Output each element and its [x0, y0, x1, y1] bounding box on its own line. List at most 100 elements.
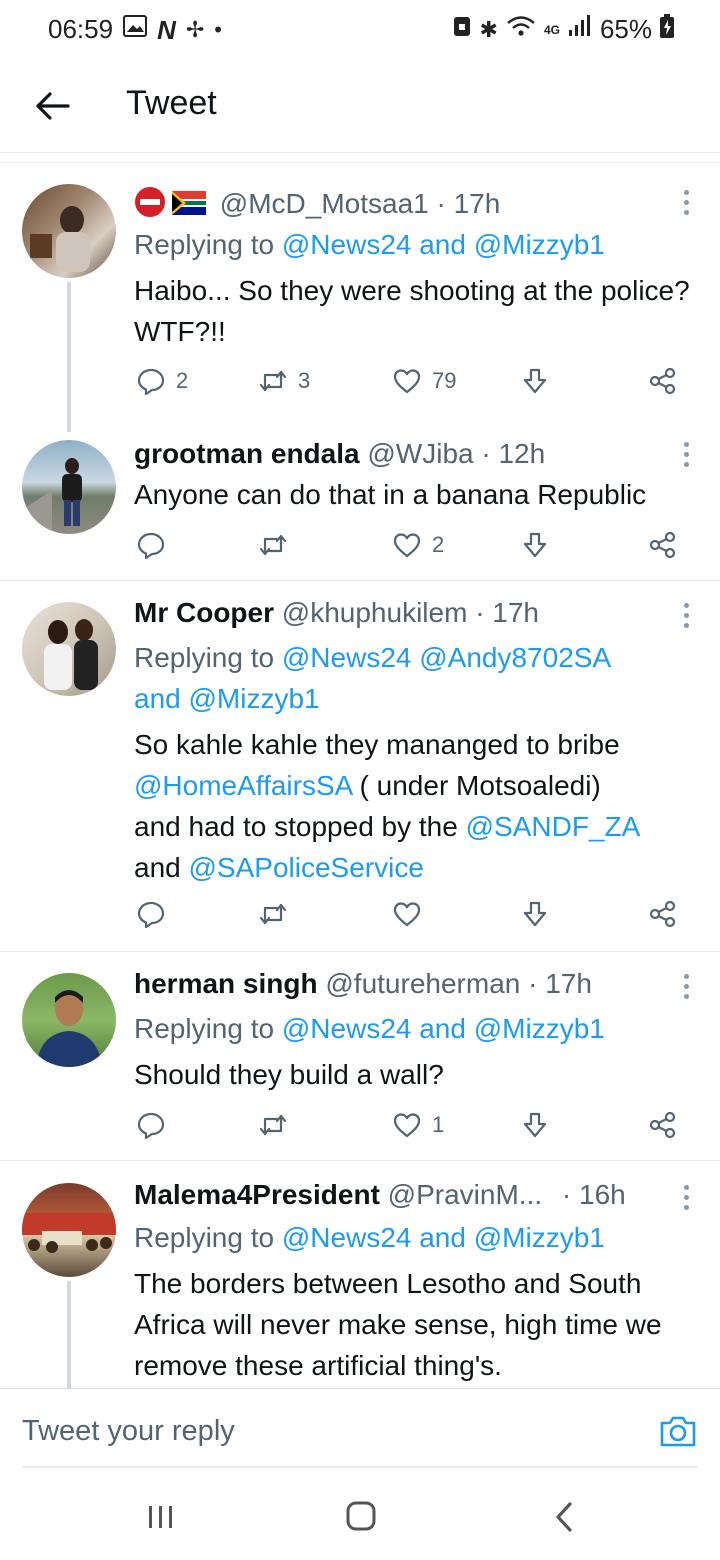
user-name[interactable]: Malema4President: [134, 1179, 380, 1210]
user-name[interactable]: Mr Cooper: [134, 597, 274, 628]
more-options-icon[interactable]: [682, 442, 690, 472]
gallery-notification-icon: [123, 15, 148, 44]
tweet-text-segment: and had to stopped by the: [134, 811, 466, 842]
more-options-icon[interactable]: [682, 974, 690, 1004]
mention-link[interactable]: @HomeAffairsSA: [134, 770, 352, 801]
replying-users-link[interactable]: @News24 and @Mizzyb1: [282, 1013, 605, 1044]
user-name[interactable]: grootman endala: [134, 438, 360, 469]
avatar[interactable]: [22, 602, 116, 696]
user-handle[interactable]: @WJiba: [367, 438, 473, 469]
bluetooth-icon: ✱: [479, 16, 498, 42]
tweet-body: Anyone can do that in a banana Republic: [134, 474, 714, 515]
replying-users-link[interactable]: @News24 @Andy8702SA: [282, 642, 611, 673]
retweet-icon: [259, 534, 287, 556]
tweet-text-line: So kahle kahle they mananged to bribe: [134, 729, 620, 760]
share-icon: [649, 900, 676, 928]
status-bar: 06:59 N ✢ • ✱ 4G 65%: [0, 0, 720, 62]
like-button[interactable]: 1: [392, 1110, 444, 1140]
share-button[interactable]: [648, 1110, 678, 1140]
share-button[interactable]: [648, 530, 678, 560]
heart-icon: [393, 533, 421, 558]
more-options-icon[interactable]: [682, 1185, 690, 1215]
more-options-icon[interactable]: [682, 603, 690, 633]
replying-users-link[interactable]: @News24 and @Mizzyb1: [282, 1222, 605, 1253]
reply-input[interactable]: Tweet your reply: [22, 1415, 235, 1448]
tweet-reply[interactable]: @McD_Motsaa1 · 17h Replying to @News24 a…: [0, 162, 720, 432]
retweet-icon: [259, 903, 287, 925]
back-arrow-icon[interactable]: [32, 86, 72, 126]
download-button[interactable]: [520, 530, 550, 560]
avatar[interactable]: [22, 184, 116, 278]
reply-button[interactable]: [136, 1110, 166, 1140]
user-handle[interactable]: @futureherman: [325, 968, 520, 999]
share-button[interactable]: [648, 899, 678, 929]
battery-percent: 65%: [599, 14, 652, 44]
like-button[interactable]: 79: [392, 366, 456, 396]
thread-line: [67, 1281, 71, 1388]
tweet-actions: [134, 899, 694, 933]
reply-button[interactable]: [136, 530, 166, 560]
tweet-text: Should they build a wall?: [134, 1059, 444, 1090]
retweet-icon: [259, 1114, 287, 1136]
share-icon: [649, 531, 676, 559]
download-icon: [523, 901, 547, 927]
mention-link[interactable]: @SANDF_ZA: [466, 811, 641, 842]
reply-button[interactable]: [136, 899, 166, 929]
avatar[interactable]: [22, 1183, 116, 1277]
retweet-count: 3: [298, 368, 311, 393]
lock-icon: [452, 14, 472, 45]
user-handle[interactable]: @PravinM...: [388, 1179, 542, 1210]
like-button[interactable]: 2: [392, 530, 444, 560]
retweet-button[interactable]: [258, 899, 288, 929]
tweet-actions: 2: [134, 530, 694, 564]
avatar[interactable]: [22, 973, 116, 1067]
home-icon[interactable]: [336, 1494, 386, 1540]
camera-icon[interactable]: [658, 1411, 698, 1451]
tweet-body: Replying to @News24 and @Mizzyb1 Haibo..…: [134, 224, 704, 352]
tweet-body: Replying to @News24 and @Mizzyb1 Should …: [134, 1008, 704, 1095]
like-button[interactable]: [392, 899, 422, 929]
user-name[interactable]: herman singh: [134, 968, 318, 999]
tweet-reply[interactable]: Malema4President @PravinM... · 16h Reply…: [0, 1161, 720, 1388]
mention-link[interactable]: @SAPoliceService: [189, 852, 424, 883]
back-nav-icon[interactable]: [540, 1494, 590, 1540]
reply-button[interactable]: 2: [136, 366, 188, 396]
more-options-icon[interactable]: [682, 190, 690, 220]
tweet-reply[interactable]: herman singh @futureherman · 17h Replyin…: [0, 952, 720, 1160]
tweet-header: @McD_Motsaa1 · 17h: [134, 186, 500, 225]
retweet-button[interactable]: [258, 530, 288, 560]
retweet-button[interactable]: 3: [258, 366, 310, 396]
user-handle[interactable]: @khuphukilem: [282, 597, 468, 628]
app-bar: Tweet: [0, 62, 720, 153]
composer-underline: [22, 1466, 698, 1468]
replying-users-link[interactable]: @News24 and @Mizzyb1: [282, 229, 605, 260]
reply-icon: [137, 368, 165, 396]
signal-icon: [568, 14, 592, 45]
retweet-button[interactable]: [258, 1110, 288, 1140]
heart-icon: [393, 1113, 421, 1138]
download-button[interactable]: [520, 366, 550, 396]
no-entry-icon: [134, 186, 166, 225]
tweet-time: · 12h: [481, 438, 546, 469]
avatar[interactable]: [22, 440, 116, 534]
tweet-reply[interactable]: Mr Cooper @khuphukilem · 17h Replying to…: [0, 581, 720, 951]
tweet-text: The borders between Lesotho and South Af…: [134, 1268, 662, 1381]
heart-icon: [393, 369, 421, 394]
tweet-time: · 16h: [561, 1179, 626, 1210]
wifi-icon: [506, 14, 536, 45]
tweet-reply[interactable]: grootman endala @WJiba · 12h Anyone can …: [0, 418, 720, 580]
reply-composer: Tweet your reply: [0, 1388, 720, 1469]
like-count: 79: [432, 368, 457, 393]
user-handle[interactable]: @McD_Motsaa1: [220, 188, 429, 219]
reply-icon: [137, 532, 165, 560]
dot-icon: •: [214, 16, 222, 42]
tweet-time: · 17h: [475, 597, 540, 628]
recent-apps-icon[interactable]: [136, 1494, 186, 1540]
share-button[interactable]: [648, 366, 678, 396]
tweet-body: Replying to @News24 and @Mizzyb1 The bor…: [134, 1217, 704, 1386]
replying-users-link[interactable]: and @Mizzyb1: [134, 683, 320, 714]
download-button[interactable]: [520, 1110, 550, 1140]
tweet-time: · 17h: [528, 968, 592, 999]
download-button[interactable]: [520, 899, 550, 929]
replying-label: Replying to: [134, 1013, 275, 1044]
